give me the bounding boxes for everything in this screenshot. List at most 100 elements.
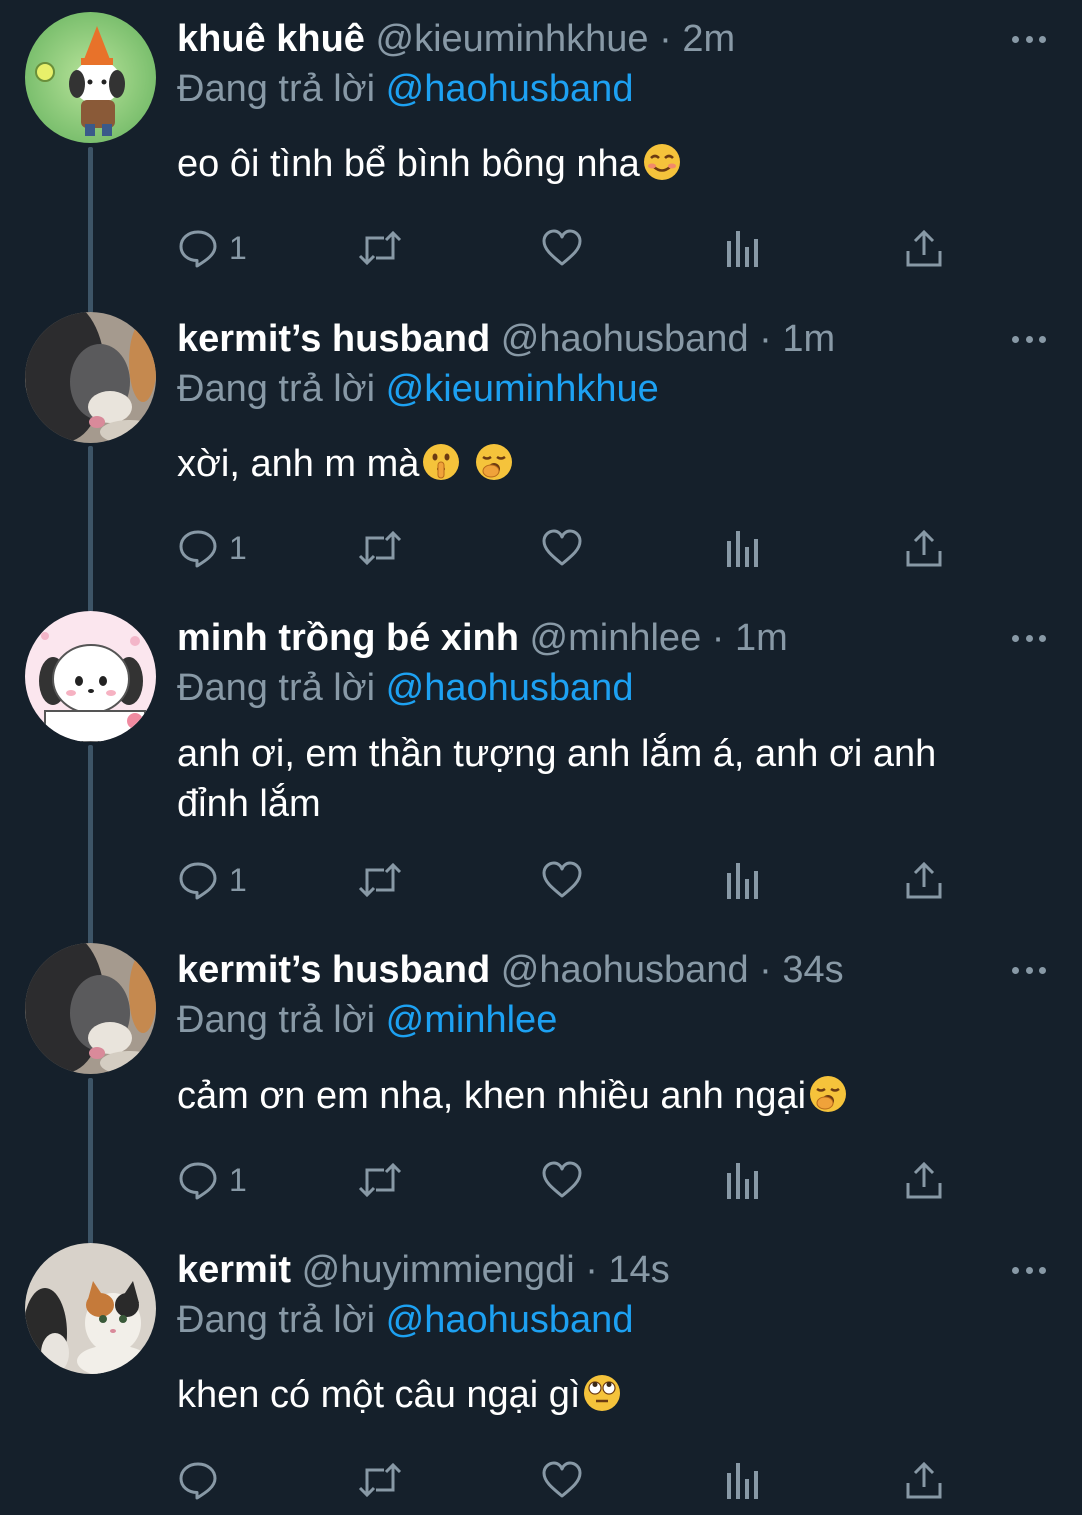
retweet-button[interactable]	[357, 857, 403, 903]
tweet-actions	[177, 1457, 977, 1503]
tweet-header: minh trồng bé xinh @minhlee · 1m	[177, 612, 1082, 664]
more-options-icon[interactable]	[1012, 944, 1046, 996]
reply-button[interactable]: 1	[177, 1157, 247, 1203]
avatar[interactable]	[25, 943, 156, 1074]
share-button[interactable]	[903, 857, 945, 903]
like-icon	[542, 861, 582, 898]
avatar[interactable]	[25, 12, 156, 143]
reply-icon	[179, 530, 217, 568]
separator: ·	[585, 1249, 598, 1291]
tweet[interactable]: kermit’s husband @haohusband · 34s Đang …	[0, 931, 1082, 1231]
tweet-header: khuê khuê @kieuminhkhue · 2m	[177, 13, 1082, 65]
replying-to-label: Đang trả lời	[177, 1299, 376, 1341]
separator: ·	[759, 318, 772, 360]
display-name[interactable]: minh trồng bé xinh	[177, 617, 519, 659]
timestamp[interactable]: 1m	[782, 318, 835, 360]
analytics-button[interactable]	[723, 1457, 763, 1503]
more-options-icon[interactable]	[1012, 1244, 1046, 1296]
reply-button[interactable]: 1	[177, 225, 247, 271]
mention-link[interactable]: @haohusband	[386, 667, 634, 709]
retweet-button[interactable]	[357, 525, 403, 571]
smiling-face-icon	[643, 144, 680, 180]
like-button[interactable]	[541, 525, 583, 571]
like-icon	[542, 1461, 582, 1498]
reply-icon	[179, 1162, 217, 1200]
more-options-icon[interactable]	[1012, 13, 1046, 65]
avatar[interactable]	[25, 312, 156, 443]
share-button[interactable]	[903, 1457, 945, 1503]
share-button[interactable]	[903, 225, 945, 271]
like-icon	[542, 1161, 582, 1198]
username[interactable]: @minhlee	[530, 617, 702, 659]
reply-button[interactable]: 1	[177, 525, 247, 571]
tweet-text: anh ơi, em thần tượng anh lắm á, anh ơi …	[177, 729, 1032, 829]
avatar[interactable]	[25, 611, 156, 742]
username[interactable]: @haohusband	[501, 949, 749, 991]
display-name[interactable]: khuê khuê	[177, 18, 365, 60]
share-button[interactable]	[903, 525, 945, 571]
more-options-icon[interactable]	[1012, 612, 1046, 664]
analytics-icon	[727, 863, 758, 899]
analytics-button[interactable]	[723, 1157, 763, 1203]
retweet-button[interactable]	[357, 1457, 403, 1503]
mention-link[interactable]: @haohusband	[386, 68, 634, 110]
username[interactable]: @huyimmiengdi	[302, 1249, 575, 1291]
replying-to: Đang trả lời @haohusband	[177, 64, 633, 114]
display-name[interactable]: kermit	[177, 1249, 291, 1291]
like-button[interactable]	[541, 1457, 583, 1503]
analytics-button[interactable]	[723, 225, 763, 271]
replying-to-label: Đang trả lời	[177, 68, 376, 110]
share-button[interactable]	[903, 1157, 945, 1203]
tweet-text-line: đỉnh lắm	[177, 783, 321, 825]
reply-icon	[179, 862, 217, 900]
tweet-actions: 1	[177, 857, 977, 903]
replying-to-label: Đang trả lời	[177, 999, 376, 1041]
separator: ·	[659, 18, 672, 60]
replying-to: Đang trả lời @haohusband	[177, 663, 633, 713]
like-button[interactable]	[541, 1157, 583, 1203]
reply-button[interactable]	[177, 1457, 229, 1503]
username[interactable]: @haohusband	[501, 318, 749, 360]
avatar[interactable]	[25, 1243, 156, 1374]
separator: ·	[759, 949, 772, 991]
timestamp[interactable]: 34s	[782, 949, 843, 991]
timestamp[interactable]: 2m	[682, 18, 735, 60]
analytics-button[interactable]	[723, 525, 763, 571]
replying-to-label: Đang trả lời	[177, 667, 376, 709]
share-icon	[906, 861, 942, 899]
like-button[interactable]	[541, 225, 583, 271]
share-icon	[906, 229, 942, 267]
tweet[interactable]: kermit @huyimmiengdi · 14s Đang trả lời …	[0, 1231, 1082, 1515]
eye-roll-face-icon	[584, 1375, 621, 1411]
tweet-text-line: anh ơi, em thần tượng anh lắm á, anh ơi …	[177, 733, 937, 775]
reply-count: 1	[229, 529, 247, 566]
tweet[interactable]: minh trồng bé xinh @minhlee · 1m Đang tr…	[0, 599, 1082, 932]
retweet-icon	[358, 1462, 402, 1498]
mention-link[interactable]: @minhlee	[386, 999, 558, 1041]
mention-link[interactable]: @kieuminhkhue	[386, 368, 659, 410]
analytics-icon	[727, 231, 758, 267]
retweet-button[interactable]	[357, 225, 403, 271]
tweet-header: kermit @huyimmiengdi · 14s	[177, 1244, 1082, 1296]
tweet-text-line: xời, anh m mà	[177, 443, 420, 485]
more-options-icon[interactable]	[1012, 313, 1046, 365]
username[interactable]: @kieuminhkhue	[376, 18, 649, 60]
analytics-button[interactable]	[723, 857, 763, 903]
tweet[interactable]: kermit’s husband @haohusband · 1m Đang t…	[0, 300, 1082, 600]
tweet-actions: 1	[177, 225, 977, 271]
reply-button[interactable]: 1	[177, 857, 247, 903]
replying-to-label: Đang trả lời	[177, 368, 376, 410]
display-name[interactable]: kermit’s husband	[177, 318, 490, 360]
share-icon	[906, 1161, 942, 1199]
tweet[interactable]: khuê khuê @kieuminhkhue · 2m Đang trả lờ…	[0, 0, 1082, 300]
display-name[interactable]: kermit’s husband	[177, 949, 490, 991]
tweet-text: khen có một câu ngại gì	[177, 1370, 1032, 1420]
replying-to: Đang trả lời @kieuminhkhue	[177, 364, 659, 414]
retweet-button[interactable]	[357, 1157, 403, 1203]
timestamp[interactable]: 14s	[608, 1249, 669, 1291]
reply-icon	[179, 1462, 217, 1500]
like-button[interactable]	[541, 857, 583, 903]
timestamp[interactable]: 1m	[735, 617, 788, 659]
mention-link[interactable]: @haohusband	[386, 1299, 634, 1341]
retweet-icon	[358, 1162, 402, 1198]
